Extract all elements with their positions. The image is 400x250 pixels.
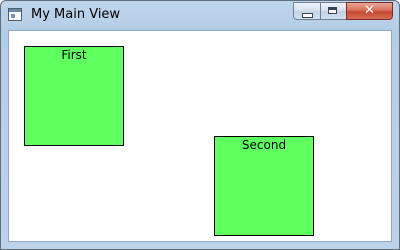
minimize-icon [302, 13, 313, 18]
close-icon: ✕ [364, 3, 375, 18]
second-box-label: Second [241, 138, 287, 152]
first-box: First [24, 46, 124, 146]
window-title: My Main View [31, 7, 121, 22]
first-box-label: First [61, 48, 87, 62]
close-button[interactable]: ✕ [346, 2, 393, 20]
main-view-canvas: First Second [8, 30, 392, 242]
maximize-button[interactable] [320, 2, 346, 20]
minimize-button[interactable] [293, 2, 320, 20]
application-window-icon[interactable] [8, 8, 22, 21]
app-window: My Main View ✕ First Second [0, 0, 400, 250]
second-box: Second [214, 136, 314, 236]
maximize-icon [328, 7, 337, 14]
title-bar[interactable]: My Main View ✕ [1, 1, 399, 31]
caption-buttons: ✕ [293, 2, 393, 21]
